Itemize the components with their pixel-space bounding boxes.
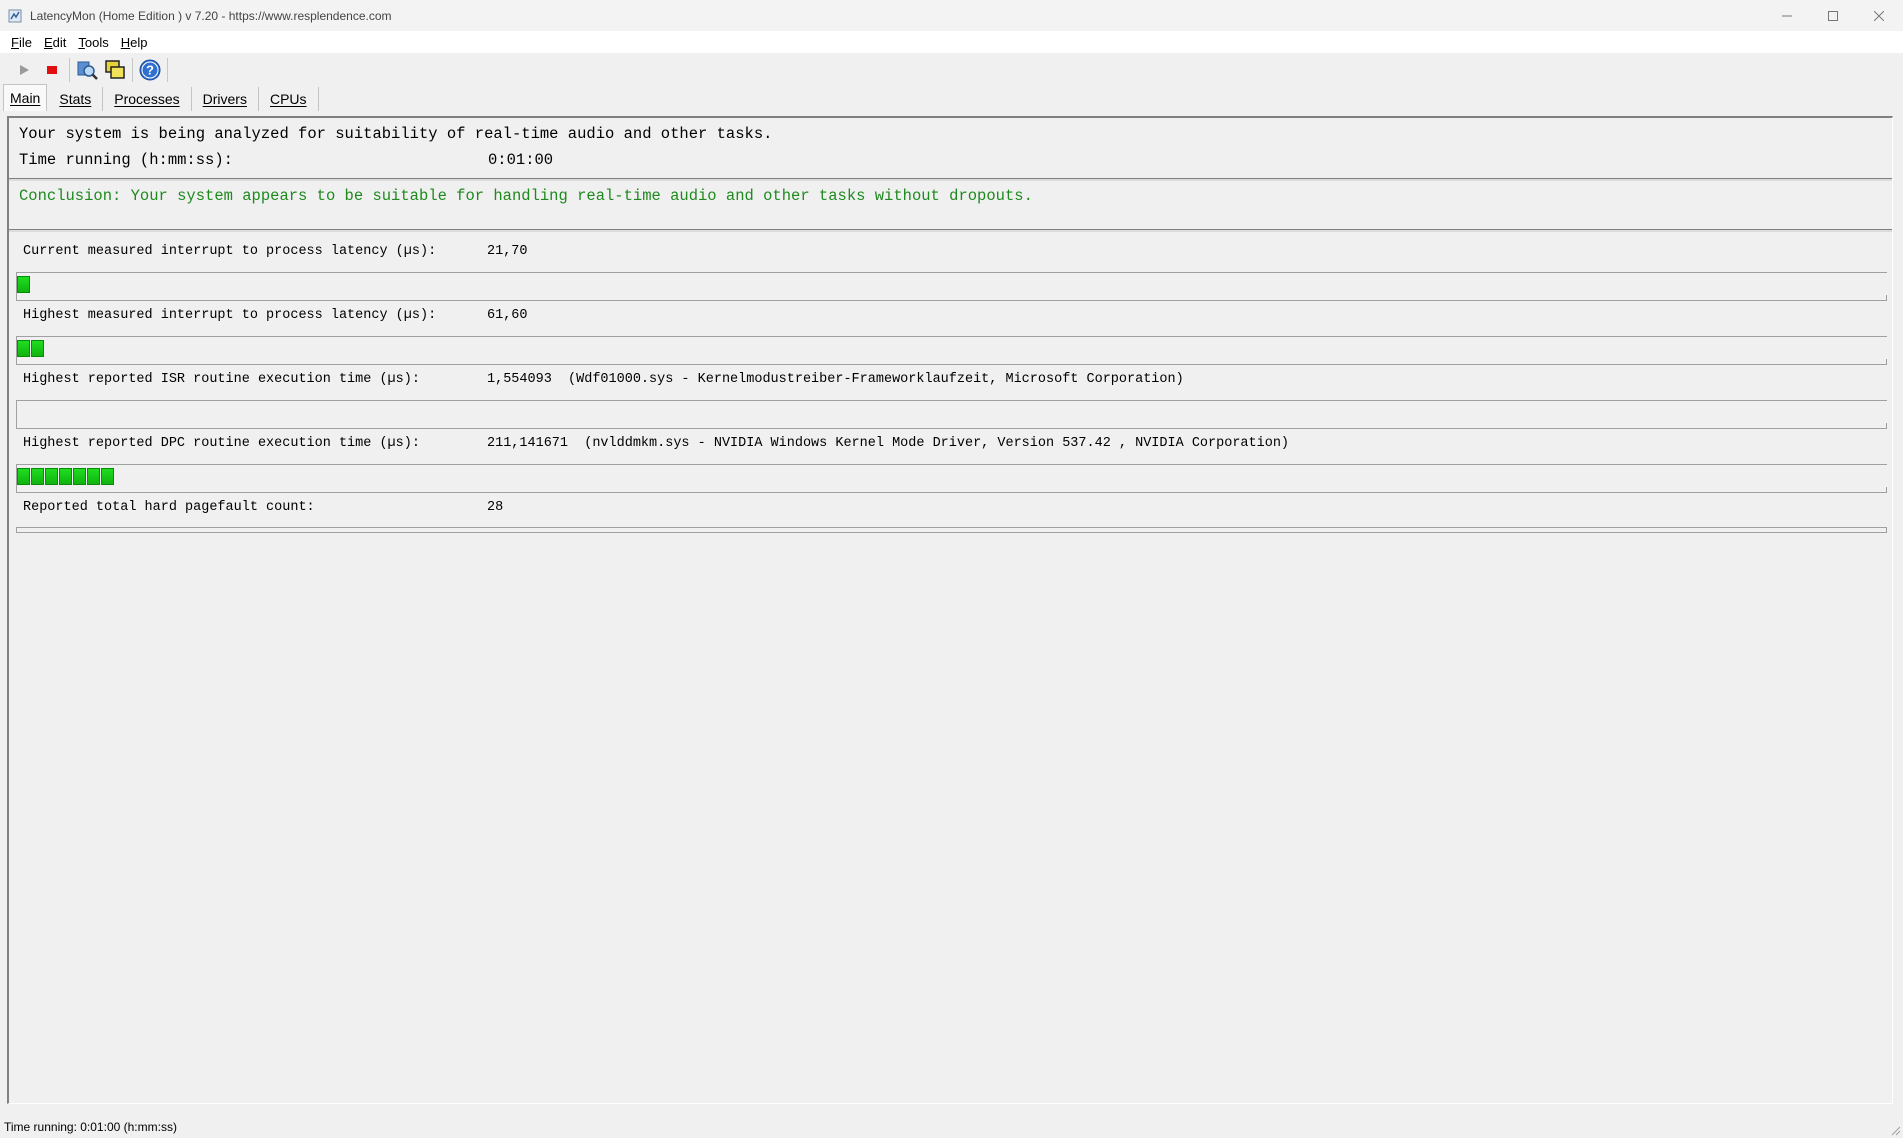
meter-segment	[31, 340, 44, 357]
menu-help-label: elp	[130, 34, 148, 50]
title-bar: LatencyMon (Home Edition ) v 7.20 - http…	[0, 0, 1903, 31]
meter-segment	[59, 468, 72, 485]
time-running-value: 0:01:00	[488, 151, 554, 169]
minimize-icon	[1782, 15, 1792, 16]
tab-main-label: Main	[10, 90, 41, 106]
status-text: Time running: 0:01:00 (h:mm:ss)	[4, 1119, 177, 1134]
isr-time-value: 1,554093 (Wdf01000.sys - Kernelmodustrei…	[487, 372, 1184, 387]
driver-inspect-button[interactable]	[73, 56, 101, 84]
menu-help-accelerator: H	[120, 34, 131, 50]
menu-bar: File Edit Tools Help	[0, 31, 1903, 53]
meter-segment	[17, 340, 30, 357]
menu-tools[interactable]: Tools	[73, 35, 113, 50]
menu-file-accelerator: F	[11, 34, 19, 50]
meter-segments	[17, 340, 45, 357]
pagefault-count-value: 28	[487, 500, 504, 515]
meter-edge	[16, 401, 17, 423]
tab-cpus-label: CPUs	[269, 91, 307, 107]
toolbar-separator	[132, 58, 133, 82]
menu-edit[interactable]: Edit	[39, 35, 71, 50]
minimize-button[interactable]	[1764, 0, 1810, 31]
meter-segments	[17, 276, 31, 293]
stop-icon	[47, 66, 57, 74]
menu-tools-label: ools	[84, 34, 109, 50]
meter-frame	[16, 359, 1887, 365]
status-bar: Time running: 0:01:00 (h:mm:ss)	[0, 1115, 1903, 1138]
maximize-icon	[1828, 10, 1838, 21]
panel-divider	[9, 178, 1892, 181]
meter-segment	[87, 468, 100, 485]
close-button[interactable]	[1856, 0, 1902, 31]
highest-latency-meter	[16, 336, 1887, 359]
meter-segment	[73, 468, 86, 485]
help-icon: ?	[139, 59, 161, 81]
tab-cpus[interactable]: CPUs	[259, 87, 319, 111]
dpc-time-value: 211,141671 (nvlddmkm.sys - NVIDIA Window…	[487, 436, 1290, 451]
windows-button[interactable]	[101, 56, 129, 84]
menu-help[interactable]: Help	[116, 35, 153, 50]
app-icon	[8, 9, 22, 22]
help-button[interactable]: ?	[136, 56, 164, 84]
driver-inspect-icon	[77, 61, 98, 80]
menu-file-label: ile	[18, 34, 32, 50]
meter-frame	[16, 487, 1887, 493]
toolbar: ?	[0, 54, 1903, 86]
tab-stats[interactable]: Stats	[47, 87, 104, 111]
isr-time-meter	[16, 400, 1887, 423]
highest-latency-label: Highest measured interrupt to process la…	[23, 308, 437, 323]
stop-monitor-button[interactable]	[38, 56, 66, 84]
current-latency-value: 21,70	[487, 244, 528, 259]
menu-file[interactable]: File	[6, 35, 37, 50]
tab-drivers-label: Drivers	[202, 91, 247, 107]
tab-main[interactable]: Main	[3, 84, 48, 111]
meter-frame	[16, 423, 1887, 429]
meter-segment	[17, 276, 30, 293]
play-icon	[20, 65, 29, 75]
isr-time-label: Highest reported ISR routine execution t…	[23, 372, 420, 387]
current-latency-meter	[16, 272, 1887, 295]
svg-text:?: ?	[146, 63, 154, 78]
resize-grip-icon[interactable]	[1891, 1126, 1901, 1136]
meter-segment	[45, 468, 58, 485]
panel-divider	[9, 229, 1892, 232]
tab-processes[interactable]: Processes	[103, 87, 192, 111]
toolbar-separator	[69, 58, 70, 82]
tab-strip: Main Stats Processes Drivers CPUs	[0, 83, 1903, 111]
dpc-time-meter	[16, 464, 1887, 487]
analysis-status-text: Your system is being analyzed for suitab…	[19, 125, 773, 143]
current-latency-label: Current measured interrupt to process la…	[23, 244, 437, 259]
toolbar-separator	[167, 58, 168, 82]
highest-latency-value: 61,60	[487, 308, 528, 323]
dpc-time-label: Highest reported DPC routine execution t…	[23, 436, 420, 451]
start-monitor-button[interactable]	[10, 56, 38, 84]
pagefault-count-label: Reported total hard pagefault count:	[23, 500, 315, 515]
meter-segment	[31, 468, 44, 485]
menu-edit-label: dit	[52, 34, 67, 50]
maximize-button[interactable]	[1810, 0, 1856, 31]
time-running-label: Time running (h:mm:ss):	[19, 151, 233, 169]
tab-drivers[interactable]: Drivers	[192, 87, 259, 111]
tab-stats-label: Stats	[59, 91, 92, 107]
meter-frame	[16, 527, 1887, 533]
close-icon	[1874, 10, 1884, 21]
meter-segment	[101, 468, 114, 485]
menu-edit-accelerator: E	[43, 34, 53, 50]
windows-icon	[105, 60, 125, 79]
meter-segments	[17, 468, 115, 485]
window-title: LatencyMon (Home Edition ) v 7.20 - http…	[30, 8, 392, 23]
meter-frame	[16, 295, 1887, 301]
main-panel: Your system is being analyzed for suitab…	[7, 116, 1893, 1104]
conclusion-text: Conclusion: Your system appears to be su…	[19, 187, 1033, 205]
meter-segment	[17, 468, 30, 485]
tab-processes-label: Processes	[114, 91, 180, 107]
